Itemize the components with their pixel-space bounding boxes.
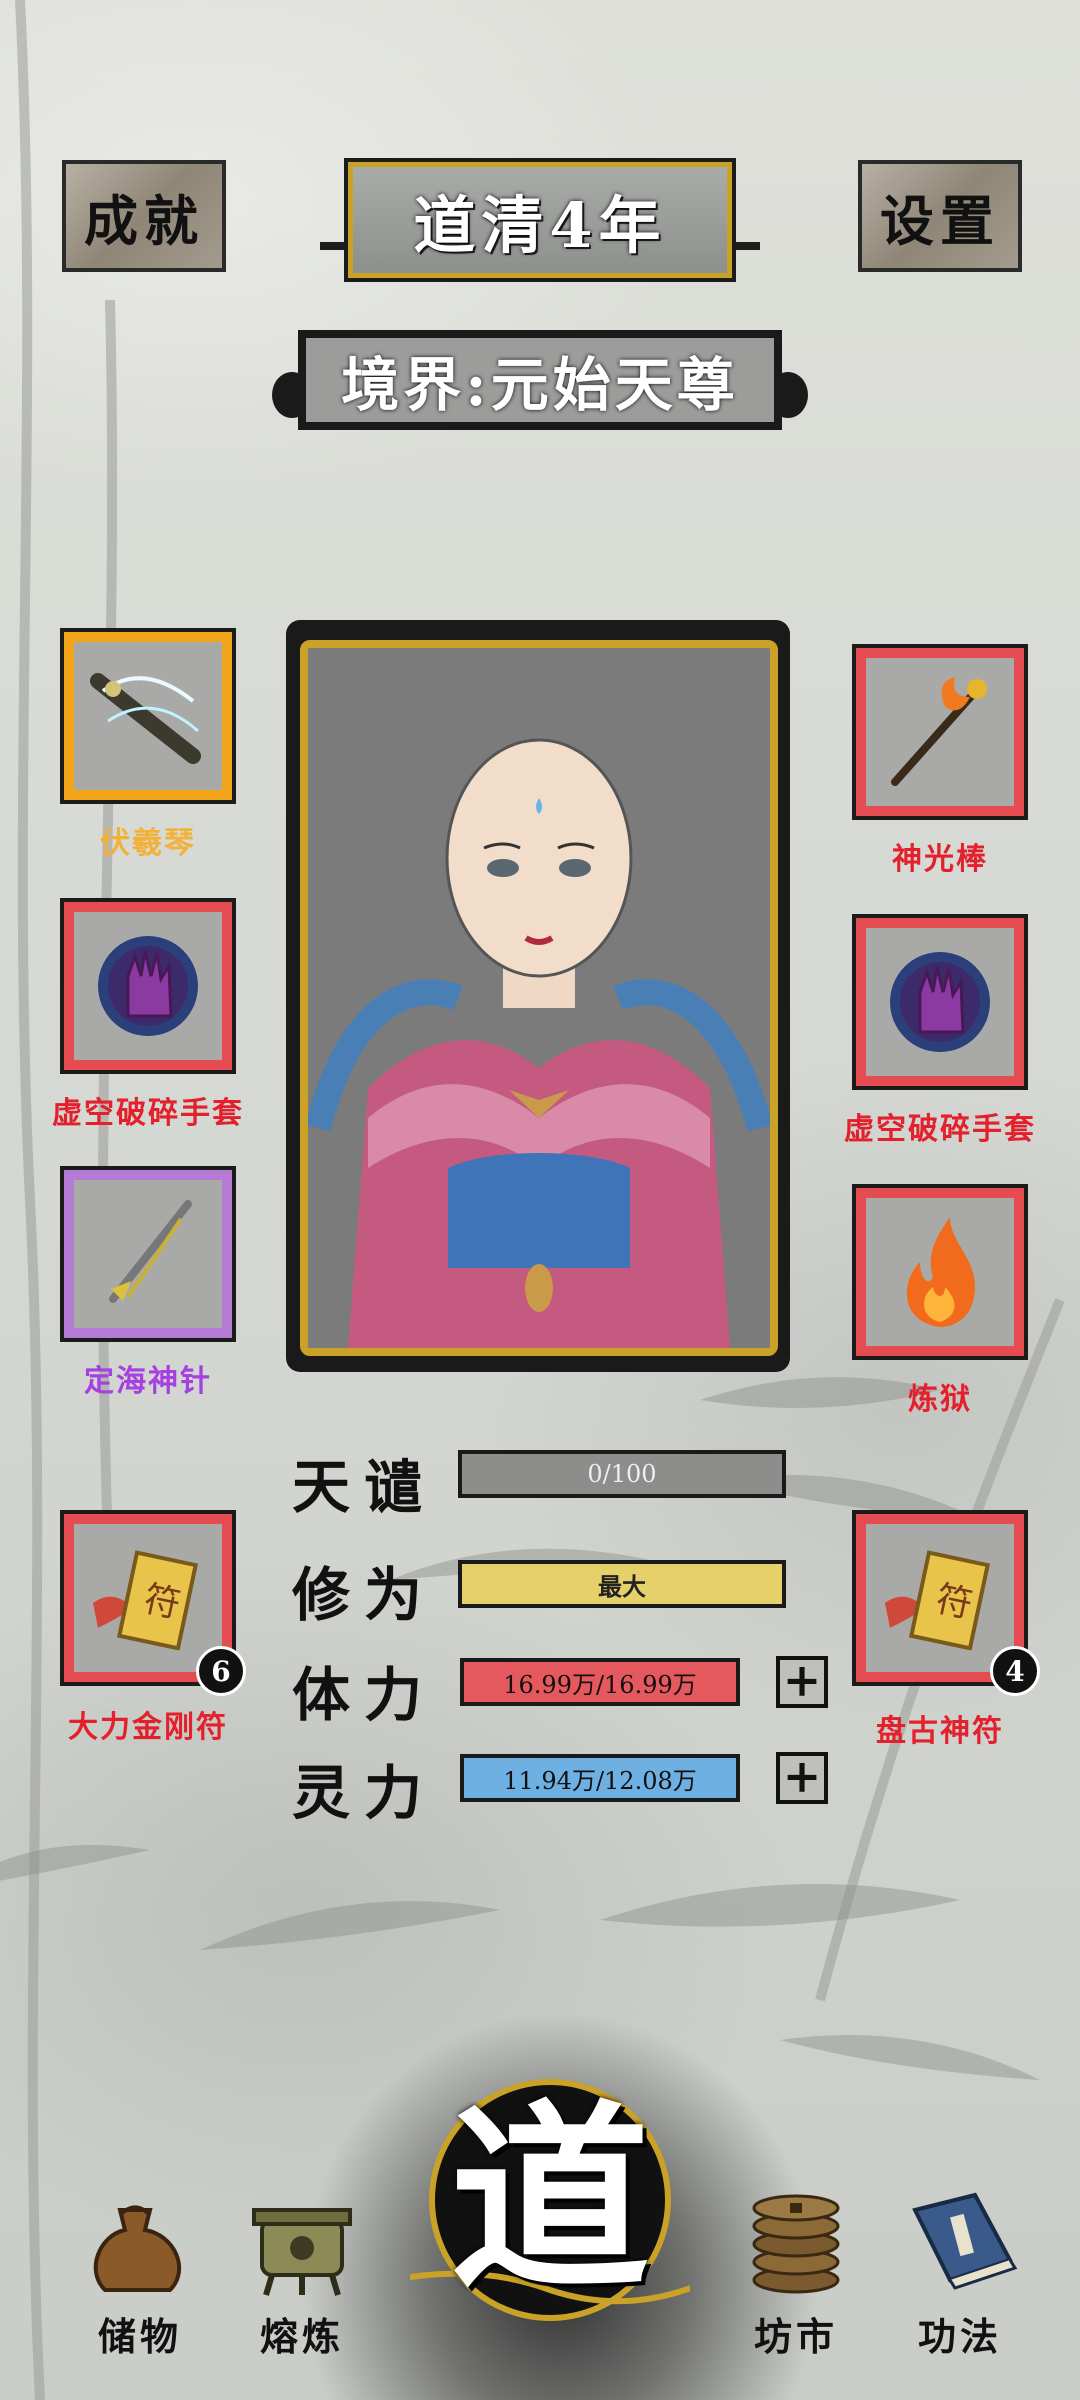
year-title: 道清4年 <box>413 189 667 262</box>
coins-icon <box>736 2180 856 2300</box>
talisman-label-pangu: 盘古神符 <box>876 1714 1004 1749</box>
talisman-count-badge-left: 6 <box>196 1646 246 1696</box>
realm-board: 境界:元始天尊 <box>298 330 782 430</box>
book-icon <box>900 2180 1020 2300</box>
dao-main-button[interactable]: 道 <box>410 2079 690 2321</box>
equip-label-fuxi-qin: 伏羲琴 <box>100 826 196 861</box>
equip-label-purgatory: 炼狱 <box>908 1382 972 1417</box>
achievement-button[interactable]: 成就 <box>62 160 226 272</box>
spirit-plus-button[interactable]: + <box>776 1752 828 1804</box>
talisman-count-badge-right: 4 <box>990 1646 1040 1696</box>
spirit-bar: 11.94万/12.08万 <box>460 1754 740 1802</box>
year-title-board: 道清4年 <box>344 158 736 282</box>
nav-skills[interactable]: 功法 <box>890 2180 1030 2361</box>
talisman-label-vajra: 大力金刚符 <box>68 1710 228 1745</box>
settings-button[interactable]: 设置 <box>858 160 1022 272</box>
equip-label-dinghai-needle: 定海神针 <box>84 1364 212 1399</box>
equip-label-divine-staff: 神光棒 <box>892 842 988 877</box>
equip-label-void-gauntlet-right: 虚空破碎手套 <box>844 1112 1036 1147</box>
stamina-label: 体力 <box>292 1661 437 1729</box>
nav-market-label: 坊市 <box>753 2314 838 2359</box>
dao-label: 道 <box>449 2082 650 2317</box>
equip-slot-dinghai-needle[interactable] <box>60 1166 236 1342</box>
flame-staff-icon <box>891 677 987 786</box>
equip-slot-purgatory[interactable] <box>852 1184 1028 1360</box>
guqin-icon <box>90 673 201 764</box>
equip-slot-fuxi-qin[interactable] <box>60 628 236 804</box>
achievement-label: 成就 <box>84 188 204 253</box>
nav-smelting[interactable]: 熔炼 <box>232 2180 372 2361</box>
fire-icon <box>906 1217 975 1327</box>
spirit-label: 灵力 <box>292 1759 437 1827</box>
character-portrait <box>300 640 778 1356</box>
tribulation-label: 天谴 <box>292 1453 437 1521</box>
cultivation-bar: 最大 <box>458 1560 786 1608</box>
realm-text: 境界:元始天尊 <box>341 351 739 419</box>
nav-storage-label: 储物 <box>97 2314 182 2359</box>
cauldron-icon <box>242 2180 362 2300</box>
gauntlet-icon <box>890 952 990 1052</box>
stamina-bar: 16.99万/16.99万 <box>460 1658 740 1706</box>
gauntlet-icon <box>98 936 198 1036</box>
cultivation-value: 最大 <box>598 1571 646 1601</box>
settings-label: 设置 <box>880 188 1000 253</box>
cultivation-label: 修为 <box>292 1561 437 1629</box>
equip-slot-divine-staff[interactable] <box>852 644 1028 820</box>
character-figure <box>308 738 770 1348</box>
trident-needle-icon <box>109 1200 192 1303</box>
nav-storage[interactable]: 储物 <box>70 2180 210 2361</box>
tribulation-bar: 0/100 <box>458 1450 786 1498</box>
stamina-plus-button[interactable]: + <box>776 1656 828 1708</box>
sack-icon <box>80 2180 200 2300</box>
nav-smelting-label: 熔炼 <box>259 2314 344 2359</box>
nav-skills-label: 功法 <box>917 2314 1002 2359</box>
tribulation-value: 0/100 <box>587 1460 657 1488</box>
equip-slot-void-gauntlet-right[interactable] <box>852 914 1028 1090</box>
stamina-value: 16.99万/16.99万 <box>503 1670 697 1699</box>
nav-market[interactable]: 坊市 <box>726 2180 866 2361</box>
equip-slot-void-gauntlet-left[interactable] <box>60 898 236 1074</box>
spirit-value: 11.94万/12.08万 <box>503 1766 697 1795</box>
talisman-scroll-icon: 符 <box>885 1550 991 1651</box>
talisman-scroll-icon: 符 <box>93 1550 199 1651</box>
equip-label-void-gauntlet-left: 虚空破碎手套 <box>52 1096 244 1131</box>
